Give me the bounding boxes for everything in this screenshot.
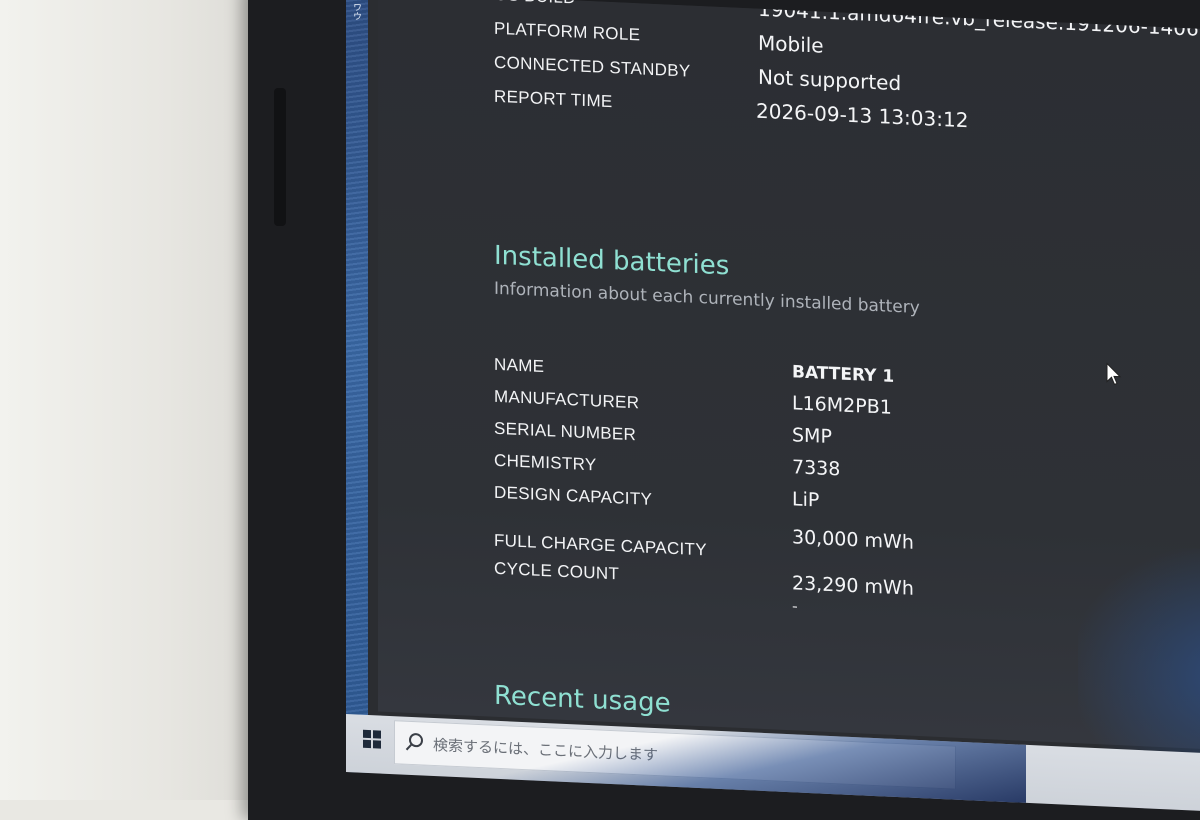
battery-label-full-charge-capacity: FULL CHARGE CAPACITY bbox=[494, 530, 707, 560]
battery-value-cycle-count: 23,290 mWh bbox=[792, 572, 914, 600]
start-button[interactable] bbox=[352, 722, 392, 760]
battery-value-dash: - bbox=[792, 596, 798, 616]
recent-usage-title: Recent usage bbox=[494, 680, 671, 719]
windows-logo-icon bbox=[362, 729, 382, 754]
battery-label-cycle-count: CYCLE COUNT bbox=[494, 558, 620, 584]
info-label: PLATFORM ROLE bbox=[494, 18, 641, 45]
battery-label-serial-number: SERIAL NUMBER bbox=[494, 418, 637, 445]
battery-label-chemistry: CHEMISTRY bbox=[494, 450, 597, 475]
battery-label-design-capacity: DESIGN CAPACITY bbox=[494, 482, 653, 509]
battery-value-serial-number: SMP bbox=[792, 424, 832, 449]
info-label: OS BUILD bbox=[494, 0, 576, 8]
desktop-wallpaper-strip: ワウ bbox=[346, 0, 368, 773]
mouse-pointer-icon bbox=[1106, 362, 1122, 392]
search-placeholder: 検索するには、ここに入力します bbox=[433, 735, 659, 765]
bezel-button bbox=[274, 88, 286, 226]
battery-value-full-charge-capacity: 30,000 mWh bbox=[792, 526, 914, 554]
search-icon bbox=[405, 732, 425, 757]
info-value: Not supported bbox=[758, 64, 902, 96]
info-value: Mobile bbox=[758, 30, 824, 58]
battery-label-name: NAME bbox=[494, 354, 545, 377]
info-label: REPORT TIME bbox=[494, 86, 613, 112]
laptop-screen: ワウ OS BUILD 19041.1.amd64fre.vb_release.… bbox=[346, 0, 1200, 813]
info-label: CONNECTED STANDBY bbox=[494, 52, 691, 81]
battery-value-name: BATTERY 1 bbox=[792, 362, 895, 387]
battery-label-manufacturer: MANUFACTURER bbox=[494, 386, 640, 413]
battery-report-window[interactable]: OS BUILD 19041.1.amd64fre.vb_release.191… bbox=[378, 0, 1200, 786]
installed-batteries-title: Installed batteries bbox=[494, 240, 730, 282]
battery-value-chemistry: 7338 bbox=[792, 456, 841, 481]
desktop-edge-text: ワウ bbox=[351, 2, 361, 21]
battery-value-manufacturer: L16M2PB1 bbox=[792, 392, 892, 419]
info-value: 2026-09-13 13:03:12 bbox=[756, 98, 969, 133]
battery-value-design-capacity: LiP bbox=[792, 488, 820, 512]
installed-batteries-subtitle: Information about each currently install… bbox=[494, 278, 920, 319]
